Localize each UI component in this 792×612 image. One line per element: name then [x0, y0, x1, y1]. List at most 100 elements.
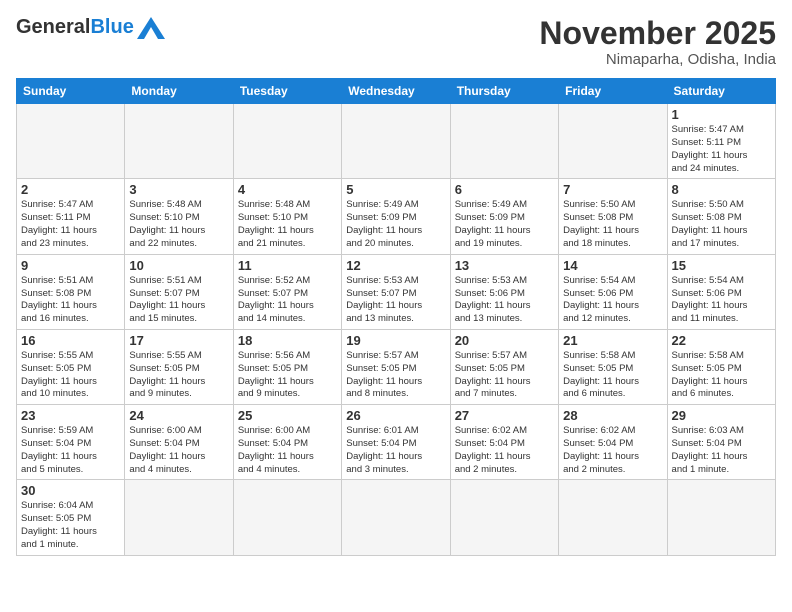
header-friday: Friday	[559, 79, 667, 104]
calendar-cell-w5-d3: 25 Sunrise: 6:00 AM Sunset: 5:04 PM Dayli…	[233, 405, 341, 480]
day-number: 26	[346, 408, 445, 423]
day-number: 2	[21, 182, 120, 197]
day-number: 23	[21, 408, 120, 423]
calendar-week-3: 9Sunrise: 5:51 AM Sunset: 5:08 PM Daylig…	[17, 254, 776, 329]
day-number: 19	[346, 333, 445, 348]
day-number: 27	[455, 408, 554, 423]
page: GeneralBlue November 2025 Nimaparha, Odi…	[0, 0, 792, 566]
day-info: Sunrise: 5:54 AM Sunset: 5:06 PM Dayligh…	[672, 275, 771, 326]
logo-icon	[137, 17, 165, 39]
calendar-cell-w1-d6	[559, 104, 667, 179]
day-number: 22	[672, 333, 771, 348]
calendar-cell-w6-d3	[233, 480, 341, 555]
header-saturday: Saturday	[667, 79, 775, 104]
calendar-cell-w4-d4: 19 Sunrise: 5:57 AM Sunset: 5:05 PM Dayli…	[342, 329, 450, 404]
calendar-week-5: 23 Sunrise: 5:59 AM Sunset: 5:04 PM Dayli…	[17, 405, 776, 480]
calendar-cell-w5-d2: 24 Sunrise: 6:00 AM Sunset: 5:04 PM Dayli…	[125, 405, 233, 480]
day-number: 21	[563, 333, 662, 348]
calendar-cell-w4-d1: 16Sunrise: 5:55 AM Sunset: 5:05 PM Dayli…	[17, 329, 125, 404]
day-number: 24	[129, 408, 228, 423]
day-info: Sunrise: 5:51 AM Sunset: 5:08 PM Dayligh…	[21, 275, 120, 326]
calendar-cell-w3-d1: 9Sunrise: 5:51 AM Sunset: 5:08 PM Daylig…	[17, 254, 125, 329]
day-number: 5	[346, 182, 445, 197]
month-title: November 2025	[539, 16, 776, 51]
day-info: Sunrise: 5:47 AM Sunset: 5:11 PM Dayligh…	[672, 124, 771, 175]
title-block: November 2025 Nimaparha, Odisha, India	[539, 16, 776, 68]
calendar-cell-w1-d2	[125, 104, 233, 179]
day-number: 30	[21, 483, 120, 498]
day-info: Sunrise: 5:57 AM Sunset: 5:05 PM Dayligh…	[346, 350, 445, 401]
day-info: Sunrise: 5:55 AM Sunset: 5:05 PM Dayligh…	[21, 350, 120, 401]
calendar-cell-w6-d6	[559, 480, 667, 555]
calendar-week-6: 30 Sunrise: 6:04 AM Sunset: 5:05 PM Dayli…	[17, 480, 776, 555]
day-info: Sunrise: 5:48 AM Sunset: 5:10 PM Dayligh…	[129, 199, 228, 250]
day-info: Sunrise: 6:01 AM Sunset: 5:04 PM Dayligh…	[346, 425, 445, 476]
calendar-cell-w1-d1	[17, 104, 125, 179]
day-number: 8	[672, 182, 771, 197]
day-info: Sunrise: 5:55 AM Sunset: 5:05 PM Dayligh…	[129, 350, 228, 401]
day-info: Sunrise: 5:49 AM Sunset: 5:09 PM Dayligh…	[346, 199, 445, 250]
day-info: Sunrise: 6:00 AM Sunset: 5:04 PM Dayligh…	[238, 425, 337, 476]
day-info: Sunrise: 5:50 AM Sunset: 5:08 PM Dayligh…	[672, 199, 771, 250]
day-info: Sunrise: 6:00 AM Sunset: 5:04 PM Dayligh…	[129, 425, 228, 476]
day-info: Sunrise: 6:04 AM Sunset: 5:05 PM Dayligh…	[21, 500, 120, 551]
calendar-cell-w3-d7: 15 Sunrise: 5:54 AM Sunset: 5:06 PM Dayli…	[667, 254, 775, 329]
calendar-cell-w2-d3: 4 Sunrise: 5:48 AM Sunset: 5:10 PM Daylig…	[233, 179, 341, 254]
day-number: 14	[563, 258, 662, 273]
day-info: Sunrise: 5:51 AM Sunset: 5:07 PM Dayligh…	[129, 275, 228, 326]
calendar-cell-w2-d2: 3 Sunrise: 5:48 AM Sunset: 5:10 PM Daylig…	[125, 179, 233, 254]
day-info: Sunrise: 5:50 AM Sunset: 5:08 PM Dayligh…	[563, 199, 662, 250]
day-info: Sunrise: 5:47 AM Sunset: 5:11 PM Dayligh…	[21, 199, 120, 250]
day-number: 3	[129, 182, 228, 197]
day-info: Sunrise: 6:02 AM Sunset: 5:04 PM Dayligh…	[455, 425, 554, 476]
calendar-cell-w6-d7	[667, 480, 775, 555]
day-number: 17	[129, 333, 228, 348]
calendar-cell-w4-d2: 17 Sunrise: 5:55 AM Sunset: 5:05 PM Dayli…	[125, 329, 233, 404]
day-info: Sunrise: 5:48 AM Sunset: 5:10 PM Dayligh…	[238, 199, 337, 250]
calendar-cell-w2-d6: 7 Sunrise: 5:50 AM Sunset: 5:08 PM Daylig…	[559, 179, 667, 254]
calendar-cell-w3-d2: 10Sunrise: 5:51 AM Sunset: 5:07 PM Dayli…	[125, 254, 233, 329]
day-info: Sunrise: 5:54 AM Sunset: 5:06 PM Dayligh…	[563, 275, 662, 326]
calendar-cell-w2-d7: 8 Sunrise: 5:50 AM Sunset: 5:08 PM Daylig…	[667, 179, 775, 254]
calendar-cell-w4-d6: 21 Sunrise: 5:58 AM Sunset: 5:05 PM Dayli…	[559, 329, 667, 404]
calendar-cell-w6-d5	[450, 480, 558, 555]
location: Nimaparha, Odisha, India	[539, 51, 776, 68]
header-thursday: Thursday	[450, 79, 558, 104]
header-tuesday: Tuesday	[233, 79, 341, 104]
day-number: 4	[238, 182, 337, 197]
day-number: 11	[238, 258, 337, 273]
calendar-cell-w3-d5: 13 Sunrise: 5:53 AM Sunset: 5:06 PM Dayli…	[450, 254, 558, 329]
day-number: 13	[455, 258, 554, 273]
day-number: 1	[672, 107, 771, 122]
calendar-cell-w5-d7: 29Sunrise: 6:03 AM Sunset: 5:04 PM Dayli…	[667, 405, 775, 480]
calendar-header-row: Sunday Monday Tuesday Wednesday Thursday…	[17, 79, 776, 104]
day-number: 20	[455, 333, 554, 348]
day-number: 15	[672, 258, 771, 273]
day-number: 25	[238, 408, 337, 423]
calendar-cell-w4-d7: 22 Sunrise: 5:58 AM Sunset: 5:05 PM Dayli…	[667, 329, 775, 404]
day-number: 18	[238, 333, 337, 348]
calendar-cell-w5-d6: 28Sunrise: 6:02 AM Sunset: 5:04 PM Dayli…	[559, 405, 667, 480]
day-number: 7	[563, 182, 662, 197]
logo: GeneralBlue	[16, 16, 165, 39]
day-number: 12	[346, 258, 445, 273]
day-info: Sunrise: 5:58 AM Sunset: 5:05 PM Dayligh…	[672, 350, 771, 401]
day-number: 6	[455, 182, 554, 197]
calendar-week-1: 1 Sunrise: 5:47 AM Sunset: 5:11 PM Daylig…	[17, 104, 776, 179]
calendar-cell-w3-d4: 12Sunrise: 5:53 AM Sunset: 5:07 PM Dayli…	[342, 254, 450, 329]
header-wednesday: Wednesday	[342, 79, 450, 104]
calendar-cell-w1-d4	[342, 104, 450, 179]
day-info: Sunrise: 5:59 AM Sunset: 5:04 PM Dayligh…	[21, 425, 120, 476]
calendar-cell-w2-d4: 5 Sunrise: 5:49 AM Sunset: 5:09 PM Daylig…	[342, 179, 450, 254]
day-info: Sunrise: 5:53 AM Sunset: 5:06 PM Dayligh…	[455, 275, 554, 326]
day-info: Sunrise: 5:58 AM Sunset: 5:05 PM Dayligh…	[563, 350, 662, 401]
header-monday: Monday	[125, 79, 233, 104]
day-info: Sunrise: 5:49 AM Sunset: 5:09 PM Dayligh…	[455, 199, 554, 250]
day-info: Sunrise: 6:02 AM Sunset: 5:04 PM Dayligh…	[563, 425, 662, 476]
calendar-table: Sunday Monday Tuesday Wednesday Thursday…	[16, 78, 776, 556]
calendar-cell-w1-d5	[450, 104, 558, 179]
calendar-cell-w3-d6: 14 Sunrise: 5:54 AM Sunset: 5:06 PM Dayli…	[559, 254, 667, 329]
logo-blue-text: Blue	[90, 16, 133, 39]
logo-text: GeneralBlue	[16, 16, 165, 39]
day-number: 29	[672, 408, 771, 423]
